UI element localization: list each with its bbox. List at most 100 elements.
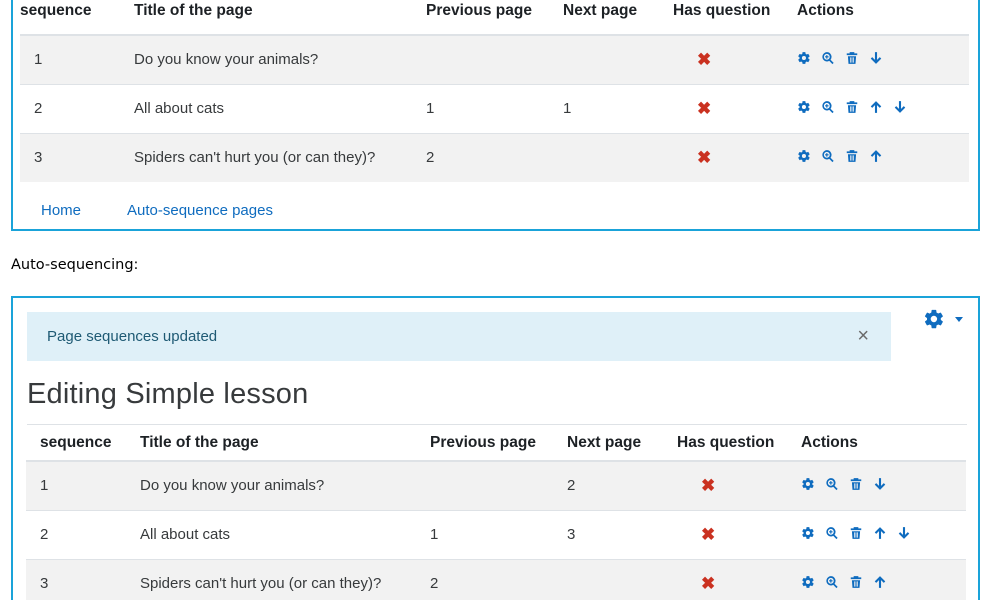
no-question-icon: ✖ [701, 475, 716, 495]
trash-icon[interactable] [849, 574, 863, 590]
column-header-next: Next page [553, 425, 663, 462]
zoom-icon[interactable] [821, 50, 835, 66]
alert-close-button[interactable]: × [857, 326, 869, 346]
cell-actions [783, 83, 969, 133]
cell-next-page: 3 [553, 509, 663, 559]
cell-previous-page [416, 460, 553, 510]
table-row: 1 Do you know your animals? 2 ✖ [26, 460, 966, 510]
cell-has-question: ✖ [663, 558, 787, 600]
cell-has-question: ✖ [659, 34, 783, 84]
settings-menu-button[interactable] [923, 308, 963, 330]
no-question-icon: ✖ [701, 573, 716, 593]
auto-sequence-link[interactable]: Auto-sequence pages [127, 202, 273, 219]
alert-message: Page sequences updated [47, 328, 218, 345]
zoom-icon[interactable] [825, 525, 839, 541]
zoom-icon[interactable] [825, 476, 839, 492]
column-header-previous: Previous page [416, 425, 553, 462]
arrow-up-icon[interactable] [869, 148, 883, 164]
cell-title: Do you know your animals? [126, 460, 416, 510]
settings-icon[interactable] [801, 525, 815, 541]
cell-title: Do you know your animals? [120, 34, 412, 84]
cell-next-page [553, 558, 663, 600]
table-header-row: sequence Title of the page Previous page… [20, 0, 969, 36]
cell-actions [787, 558, 966, 600]
zoom-icon[interactable] [821, 148, 835, 164]
arrow-down-icon[interactable] [873, 476, 887, 492]
cell-next-page [549, 34, 659, 84]
cell-has-question: ✖ [659, 83, 783, 133]
no-question-icon: ✖ [697, 147, 712, 167]
cell-title: Spiders can't hurt you (or can they)? [120, 132, 412, 182]
pages-table: sequence Title of the page Previous page… [20, 0, 969, 182]
success-alert: Page sequences updated × [27, 312, 891, 361]
column-header-title: Title of the page [120, 0, 412, 36]
cell-has-question: ✖ [663, 460, 787, 510]
table-row: 2 All about cats 1 1 ✖ [20, 83, 969, 133]
arrow-up-icon[interactable] [873, 525, 887, 541]
trash-icon[interactable] [849, 525, 863, 541]
table-row: 2 All about cats 1 3 ✖ [26, 509, 966, 559]
no-question-icon: ✖ [697, 49, 712, 69]
table-row: 3 Spiders can't hurt you (or can they)? 2 ✖ [20, 132, 969, 182]
settings-icon[interactable] [801, 476, 815, 492]
arrow-up-icon[interactable] [869, 99, 883, 115]
settings-icon[interactable] [797, 99, 811, 115]
cell-sequence: 1 [26, 460, 126, 510]
column-header-has-question: Has question [663, 425, 787, 462]
cell-sequence: 1 [20, 34, 120, 84]
table-row: 1 Do you know your animals? ✖ [20, 34, 969, 84]
cell-next-page: 1 [549, 83, 659, 133]
cell-title: All about cats [126, 509, 416, 559]
no-question-icon: ✖ [701, 524, 716, 544]
cell-next-page [549, 132, 659, 182]
zoom-icon[interactable] [821, 99, 835, 115]
cell-actions [787, 460, 966, 510]
column-header-actions: Actions [783, 0, 969, 36]
page-title: Editing Simple lesson [27, 378, 309, 410]
home-link[interactable]: Home [41, 202, 81, 219]
cell-title: Spiders can't hurt you (or can they)? [126, 558, 416, 600]
cell-sequence: 3 [20, 132, 120, 182]
arrow-down-icon[interactable] [897, 525, 911, 541]
column-header-has-question: Has question [659, 0, 783, 36]
arrow-down-icon[interactable] [893, 99, 907, 115]
cell-next-page: 2 [553, 460, 663, 510]
settings-icon[interactable] [797, 50, 811, 66]
column-header-previous: Previous page [412, 0, 549, 36]
trash-icon[interactable] [849, 476, 863, 492]
cell-sequence: 3 [26, 558, 126, 600]
column-header-title: Title of the page [126, 425, 416, 462]
section-label: Auto-sequencing: [11, 257, 139, 273]
cell-actions [783, 132, 969, 182]
gear-icon [924, 309, 943, 329]
table-header-row: sequence Title of the page Previous page… [26, 425, 966, 462]
settings-icon[interactable] [801, 574, 815, 590]
cell-previous-page: 2 [416, 558, 553, 600]
no-question-icon: ✖ [697, 98, 712, 118]
trash-icon[interactable] [845, 148, 859, 164]
cell-previous-page [412, 34, 549, 84]
cell-actions [783, 34, 969, 84]
pages-table: sequence Title of the page Previous page… [26, 425, 966, 600]
cell-sequence: 2 [20, 83, 120, 133]
auto-sequenced-panel: Page sequences updated × Editing Simple … [11, 296, 980, 600]
cell-previous-page: 1 [412, 83, 549, 133]
cell-has-question: ✖ [663, 509, 787, 559]
arrow-down-icon[interactable] [869, 50, 883, 66]
column-header-actions: Actions [787, 425, 966, 462]
trash-icon[interactable] [845, 50, 859, 66]
arrow-up-icon[interactable] [873, 574, 887, 590]
settings-icon[interactable] [797, 148, 811, 164]
zoom-icon[interactable] [825, 574, 839, 590]
cell-title: All about cats [120, 83, 412, 133]
cell-actions [787, 509, 966, 559]
page-links: Home Auto-sequence pages [41, 202, 273, 219]
column-header-sequence: sequence [26, 425, 126, 462]
lesson-pages-panel: sequence Title of the page Previous page… [11, 0, 980, 231]
column-header-sequence: sequence [20, 0, 120, 36]
chevron-down-icon [955, 316, 963, 322]
trash-icon[interactable] [845, 99, 859, 115]
cell-sequence: 2 [26, 509, 126, 559]
cell-has-question: ✖ [659, 132, 783, 182]
table-row: 3 Spiders can't hurt you (or can they)? 2 ✖ [26, 558, 966, 600]
